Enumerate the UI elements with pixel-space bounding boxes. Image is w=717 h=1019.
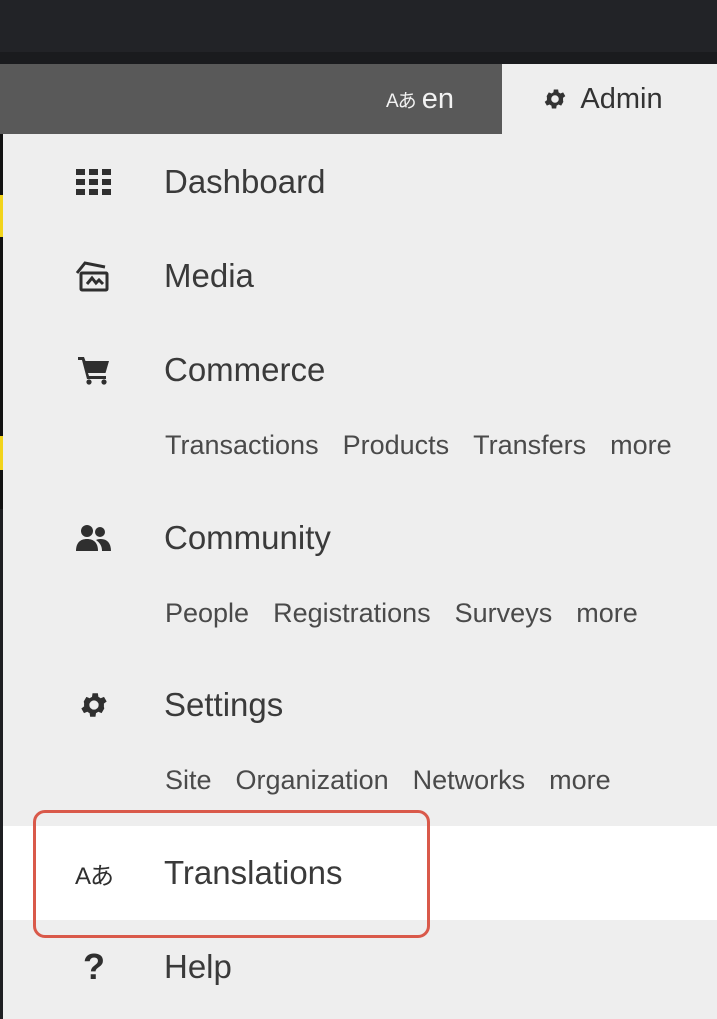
grid-icon bbox=[73, 154, 115, 210]
media-icon bbox=[73, 248, 115, 304]
sublink-networks[interactable]: Networks bbox=[413, 765, 526, 796]
sublink-more[interactable]: more bbox=[576, 598, 638, 629]
menu-item-label: Help bbox=[164, 948, 232, 985]
menu-item-label: Commerce bbox=[164, 351, 326, 388]
settings-sublinks: Site Organization Networks more bbox=[165, 765, 611, 796]
gear-icon bbox=[545, 89, 566, 109]
commerce-sublinks: Transactions Products Transfers more bbox=[165, 430, 672, 461]
language-switcher[interactable]: Aあ en bbox=[386, 64, 502, 134]
language-label: en bbox=[421, 82, 454, 115]
menu-item-dashboard[interactable]: Dashboard bbox=[3, 154, 717, 210]
sublink-transfers[interactable]: Transfers bbox=[473, 430, 586, 461]
menu-item-label: Media bbox=[164, 257, 254, 294]
top-bar-divider bbox=[0, 52, 717, 64]
question-icon: ? bbox=[83, 946, 105, 987]
sublink-transactions[interactable]: Transactions bbox=[165, 430, 319, 461]
sublink-site[interactable]: Site bbox=[165, 765, 212, 796]
highlight-callout-box bbox=[33, 810, 430, 938]
menu-item-help[interactable]: ? Help bbox=[3, 939, 717, 995]
sublink-people[interactable]: People bbox=[165, 598, 249, 629]
menu-item-label: Dashboard bbox=[164, 163, 326, 200]
sublink-surveys[interactable]: Surveys bbox=[455, 598, 553, 629]
gear-icon bbox=[73, 677, 115, 733]
admin-label: Admin bbox=[580, 82, 663, 115]
translate-icon: Aあ bbox=[386, 90, 417, 112]
sublink-products[interactable]: Products bbox=[343, 430, 450, 461]
sublink-more[interactable]: more bbox=[549, 765, 611, 796]
sublink-registrations[interactable]: Registrations bbox=[273, 598, 431, 629]
sublink-organization[interactable]: Organization bbox=[236, 765, 389, 796]
admin-menu-button[interactable]: Admin bbox=[502, 64, 717, 134]
menu-item-label: Community bbox=[164, 519, 331, 556]
menu-item-media[interactable]: Media bbox=[3, 248, 717, 304]
menu-item-settings[interactable]: Settings bbox=[3, 677, 717, 733]
menu-item-label: Settings bbox=[164, 686, 284, 723]
menu-item-commerce[interactable]: Commerce bbox=[3, 342, 717, 398]
menu-item-community[interactable]: Community bbox=[3, 510, 717, 566]
community-sublinks: People Registrations Surveys more bbox=[165, 598, 638, 629]
top-bar bbox=[0, 0, 717, 52]
cart-icon bbox=[73, 342, 115, 398]
users-icon bbox=[73, 510, 115, 566]
sublink-more[interactable]: more bbox=[610, 430, 672, 461]
